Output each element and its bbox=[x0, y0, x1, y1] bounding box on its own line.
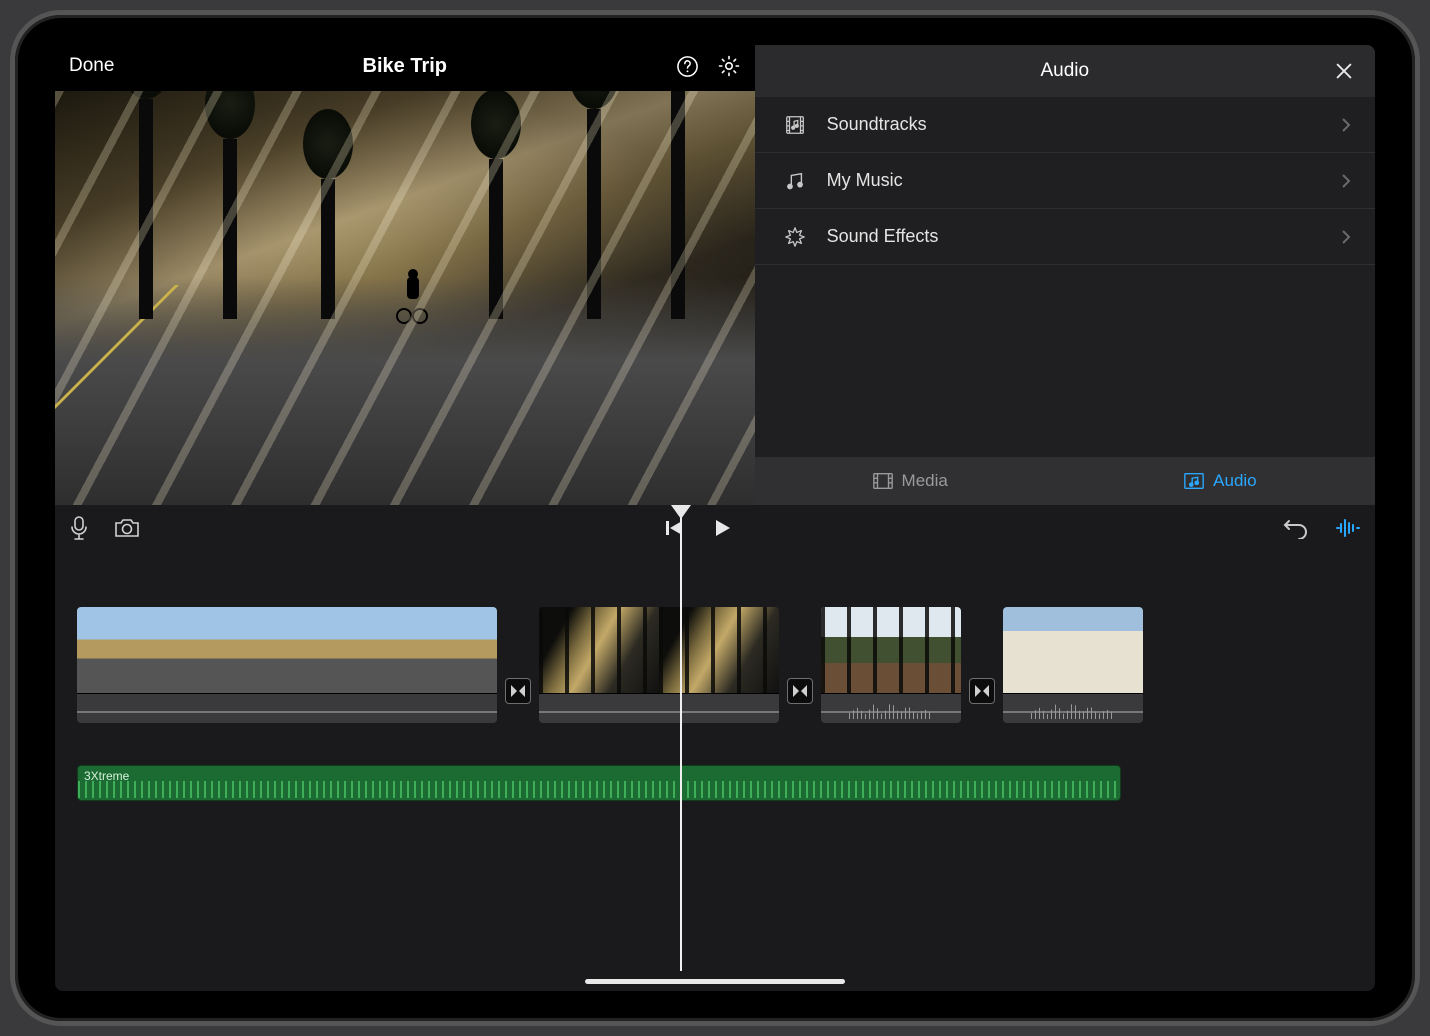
tab-label: Audio bbox=[1213, 471, 1256, 491]
video-track[interactable]: 27.0s bbox=[77, 607, 1353, 747]
film-music-icon bbox=[779, 114, 811, 136]
audio-clip[interactable]: 3Xtreme bbox=[77, 765, 1121, 801]
preview-header: Done Bike Trip bbox=[55, 45, 755, 87]
settings-gear-icon[interactable] bbox=[717, 54, 741, 78]
playhead-marker[interactable] bbox=[671, 505, 691, 519]
preview-pane: Done Bike Trip bbox=[55, 45, 755, 505]
video-clip[interactable]: 27.0s bbox=[1003, 607, 1143, 723]
audio-row-mymusic[interactable]: My Music bbox=[755, 153, 1375, 209]
video-clip[interactable] bbox=[821, 607, 961, 723]
play-button[interactable] bbox=[711, 517, 733, 539]
tab-audio[interactable]: Audio bbox=[1065, 457, 1375, 505]
audio-row-soundeffects[interactable]: Sound Effects bbox=[755, 209, 1375, 265]
ipad-frame: Done Bike Trip bbox=[15, 15, 1415, 1021]
filmstrip-icon bbox=[872, 471, 894, 491]
browser-tabs: Media Audio bbox=[755, 457, 1375, 505]
audio-row-soundtracks[interactable]: Soundtracks bbox=[755, 97, 1375, 153]
audio-row-label: Sound Effects bbox=[827, 226, 939, 247]
audio-note-icon bbox=[1183, 471, 1205, 491]
camera-icon[interactable] bbox=[113, 515, 141, 541]
music-note-icon bbox=[779, 170, 811, 192]
tracks-container[interactable]: 27.0s 3Xtreme bbox=[55, 551, 1375, 991]
app-screen: Done Bike Trip bbox=[55, 45, 1375, 991]
close-icon[interactable] bbox=[1333, 60, 1355, 82]
project-title: Bike Trip bbox=[363, 55, 447, 78]
previous-button[interactable] bbox=[663, 517, 685, 539]
audio-row-label: Soundtracks bbox=[827, 114, 927, 135]
audio-panel-title: Audio bbox=[1040, 60, 1089, 82]
audio-clip-label: 3Xtreme bbox=[84, 769, 129, 783]
burst-icon bbox=[779, 226, 811, 248]
chevron-right-icon bbox=[1341, 117, 1351, 133]
chevron-right-icon bbox=[1341, 173, 1351, 189]
audio-panel-header: Audio bbox=[755, 45, 1375, 97]
transition-icon[interactable] bbox=[505, 678, 531, 704]
audio-row-label: My Music bbox=[827, 170, 903, 191]
playhead-line[interactable] bbox=[680, 513, 682, 971]
audio-category-list: Soundtracks My Music bbox=[755, 97, 1375, 457]
video-preview[interactable] bbox=[55, 91, 755, 505]
video-clip[interactable] bbox=[539, 607, 779, 723]
transition-icon[interactable] bbox=[969, 678, 995, 704]
waveform-toggle-icon[interactable] bbox=[1335, 517, 1361, 539]
transport-bar bbox=[55, 505, 1375, 551]
transition-icon[interactable] bbox=[787, 678, 813, 704]
home-indicator[interactable] bbox=[585, 979, 845, 984]
video-clip[interactable] bbox=[77, 607, 497, 723]
undo-icon[interactable] bbox=[1283, 517, 1309, 539]
timeline-area: 27.0s 3Xtreme bbox=[55, 505, 1375, 991]
microphone-icon[interactable] bbox=[69, 515, 89, 541]
done-button[interactable]: Done bbox=[69, 55, 114, 77]
help-icon[interactable] bbox=[676, 55, 699, 78]
chevron-right-icon bbox=[1341, 229, 1351, 245]
audio-browser-panel: Audio Soundtracks bbox=[755, 45, 1375, 505]
preview-subject bbox=[398, 269, 428, 324]
tab-label: Media bbox=[902, 471, 948, 491]
tab-media[interactable]: Media bbox=[755, 457, 1065, 505]
